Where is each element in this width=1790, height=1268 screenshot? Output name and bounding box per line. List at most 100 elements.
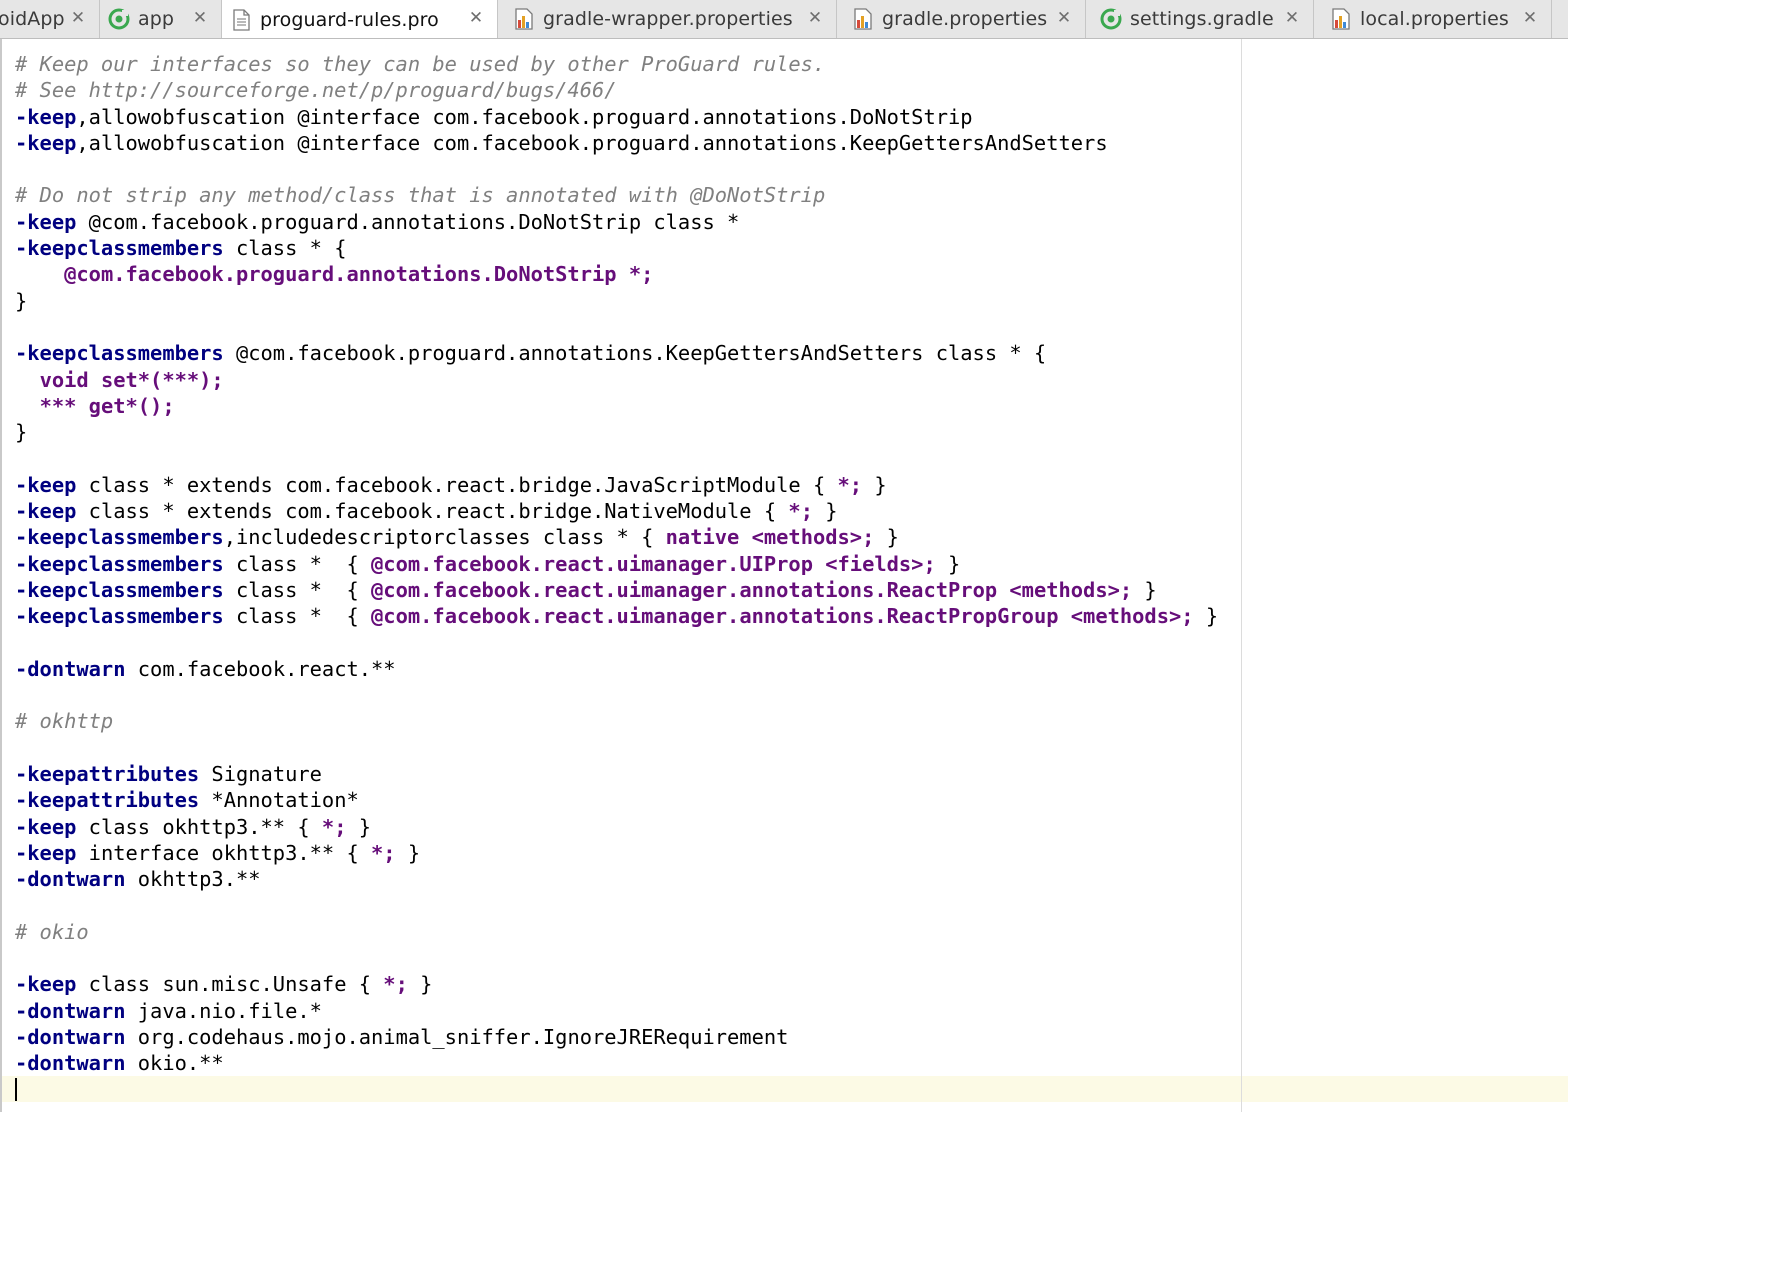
code-token-plain: } [395,840,421,865]
code-token-plain: class * { [223,577,372,602]
code-line[interactable]: ​ [15,1077,1218,1103]
code-token-plain: } [812,499,838,524]
code-line[interactable]: -dontwarn org.codehaus.mojo.animal_sniff… [15,1024,1218,1050]
close-icon[interactable]: ✕ [191,9,209,27]
code-token-keyword: -keepclassmembers [15,604,224,629]
code-line[interactable]: -keepattributes *Annotation* [15,787,1218,813]
code-line[interactable]: -keepclassmembers @com.facebook.proguard… [15,340,1218,366]
code-token-keyword: -dontwarn [15,656,126,681]
code-token-comment: # okhttp [15,709,114,734]
code-line[interactable]: -keep interface okhttp3.** { *; } [15,840,1218,866]
code-editor[interactable]: # Keep our interfaces so they can be use… [0,39,1568,1112]
code-token-member: *; [837,472,863,497]
tab-label: settings.gradle [1130,8,1274,30]
code-line[interactable]: -dontwarn com.facebook.react.** [15,656,1218,682]
code-line[interactable]: # okio [15,919,1218,945]
code-line[interactable]: } [15,419,1218,445]
tab-label: oidApp [0,8,65,30]
code-token-member: @com.facebook.react.uimanager.annotation… [371,604,1194,629]
code-line[interactable]: -keep,allowobfuscation @interface com.fa… [15,130,1218,156]
code-text-area[interactable]: # Keep our interfaces so they can be use… [15,51,1218,1103]
right-margin-guide [1241,39,1242,1112]
code-line[interactable]: *** get*(); [15,393,1218,419]
code-token-plain: ,allowobfuscation @interface com.faceboo… [76,104,973,129]
close-icon[interactable]: ✕ [467,9,485,27]
code-line[interactable]: # Do not strip any method/class that is … [15,182,1218,208]
code-line[interactable]: # Keep our interfaces so they can be use… [15,51,1218,77]
code-token-keyword: -keepclassmembers [15,341,224,366]
tab-local-properties[interactable]: local.properties ✕ [1322,0,1552,38]
code-token-plain: } [407,972,433,997]
code-token-member: *; [321,814,347,839]
code-line[interactable]: ​ [15,735,1218,761]
code-line[interactable]: -keep,allowobfuscation @interface com.fa… [15,104,1218,130]
code-line[interactable]: void set*(***); [15,367,1218,393]
code-line[interactable]: -dontwarn okhttp3.** [15,866,1218,892]
code-line[interactable]: # okhttp [15,708,1218,734]
code-line[interactable]: ​ [15,156,1218,182]
close-icon[interactable]: ✕ [69,9,87,27]
code-line[interactable]: @com.facebook.proguard.annotations.DoNot… [15,261,1218,287]
code-token-comment: # okio [15,919,89,944]
close-icon[interactable]: ✕ [1521,9,1539,27]
close-icon[interactable]: ✕ [1283,9,1301,27]
tab-settings-gradle[interactable]: settings.gradle ✕ [1092,0,1314,38]
code-line[interactable]: ​ [15,945,1218,971]
code-token-keyword: -dontwarn [15,1051,126,1076]
code-line[interactable]: -keepclassmembers,includedescriptorclass… [15,524,1218,550]
code-token-comment: # Do not strip any method/class that is … [15,183,826,208]
code-line[interactable]: -keepclassmembers class * { @com.faceboo… [15,577,1218,603]
code-line[interactable]: -keepclassmembers class * { [15,235,1218,261]
close-icon[interactable]: ✕ [1055,9,1073,27]
tab-label: gradle-wrapper.properties [543,8,793,30]
code-line[interactable]: ​ [15,630,1218,656]
code-line[interactable]: -keepattributes Signature [15,761,1218,787]
code-line[interactable]: -dontwarn java.nio.file.* [15,998,1218,1024]
code-token-member: *; [383,972,408,997]
tab-label: local.properties [1360,8,1509,30]
code-line[interactable]: ​ [15,682,1218,708]
code-line[interactable]: -keep @com.facebook.proguard.annotations… [15,209,1218,235]
code-token-keyword: -keep [15,814,77,839]
code-line[interactable]: -keepclassmembers class * { @com.faceboo… [15,551,1218,577]
code-line[interactable]: -keepclassmembers class * { @com.faceboo… [15,603,1218,629]
close-icon[interactable]: ✕ [806,9,824,27]
code-line[interactable]: -keep class okhttp3.** { *; } [15,814,1218,840]
code-token-keyword: -keep [15,972,77,997]
code-line[interactable]: ​ [15,893,1218,919]
code-token-keyword: -keepclassmembers [15,577,224,602]
tab-gradle-wrapper-properties[interactable]: gradle-wrapper.properties ✕ [505,0,837,38]
code-line[interactable]: ​ [15,314,1218,340]
tab-label: proguard-rules.pro [260,8,439,31]
code-token-plain: Signature [199,762,322,787]
properties-file-icon [852,8,874,30]
code-token-plain: okio.** [125,1051,224,1076]
code-token-plain: ,allowobfuscation @interface com.faceboo… [76,130,1108,155]
text-caret [15,1078,17,1101]
code-token-member: @com.facebook.react.uimanager.UIProp <fi… [371,551,936,576]
tab-app[interactable]: app ✕ [100,0,222,38]
tab-gradle-properties[interactable]: gradle.properties ✕ [844,0,1086,38]
properties-file-icon [1330,8,1352,30]
code-line[interactable]: -keep class sun.misc.Unsafe { *; } [15,971,1218,997]
gradle-module-icon [108,8,130,30]
code-line[interactable]: -keep class * extends com.facebook.react… [15,472,1218,498]
code-line[interactable]: ​ [15,445,1218,471]
code-token-plain: ,includedescriptorclasses class * { [223,525,666,550]
gradle-module-icon [1100,8,1122,30]
code-token-keyword: -keep [15,104,77,129]
code-token-member: native <methods>; [665,525,875,550]
code-line[interactable]: -dontwarn okio.** [15,1050,1218,1076]
code-line[interactable]: -keep class * extends com.facebook.react… [15,498,1218,524]
code-token-member: *; [371,840,396,865]
code-token-member: @com.facebook.react.uimanager.annotation… [371,577,1133,602]
code-line[interactable]: # See http://sourceforge.net/p/proguard/… [15,77,1218,103]
code-token-plain: *Annotation* [199,788,359,813]
code-line[interactable]: } [15,288,1218,314]
tab-proguard-rules[interactable]: proguard-rules.pro ✕ [222,0,498,38]
code-token-keyword: -dontwarn [15,1024,126,1049]
tab-oidapp[interactable]: oidApp ✕ [0,0,100,38]
